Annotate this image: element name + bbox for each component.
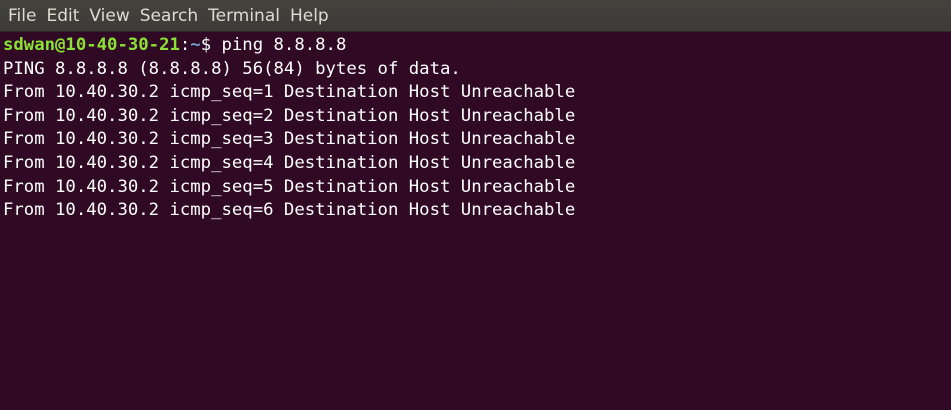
terminal-window: File Edit View Search Terminal Help sdwa… <box>0 0 951 410</box>
menu-file[interactable]: File <box>3 0 41 32</box>
output-line: From 10.40.30.2 icmp_seq=2 Destination H… <box>3 105 576 126</box>
output-line: From 10.40.30.2 icmp_seq=5 Destination H… <box>3 176 576 197</box>
output-line: From 10.40.30.2 icmp_seq=3 Destination H… <box>3 129 576 150</box>
prompt-path: ~ <box>190 35 201 55</box>
prompt-command: ping 8.8.8.8 <box>221 35 347 55</box>
output-line: From 10.40.30.2 icmp_seq=6 Destination H… <box>3 200 576 221</box>
output-line: From 10.40.30.2 icmp_seq=1 Destination H… <box>3 82 576 103</box>
menu-view[interactable]: View <box>84 0 134 32</box>
menu-terminal[interactable]: Terminal <box>203 0 285 32</box>
terminal-output-area[interactable]: sdwan@10-40-30-21:~$ ping 8.8.8.8 PING 8… <box>0 32 951 410</box>
output-line: PING 8.8.8.8 (8.8.8.8) 56(84) bytes of d… <box>3 58 461 79</box>
prompt-user-host: sdwan@10-40-30-21 <box>3 35 180 55</box>
prompt-symbol: $ <box>200 35 222 55</box>
menubar: File Edit View Search Terminal Help <box>0 0 951 32</box>
menu-help[interactable]: Help <box>285 0 334 32</box>
output-line: From 10.40.30.2 icmp_seq=4 Destination H… <box>3 152 576 173</box>
menu-search[interactable]: Search <box>135 0 203 32</box>
menu-edit[interactable]: Edit <box>41 0 84 32</box>
prompt-line: sdwan@10-40-30-21:~$ ping 8.8.8.8 <box>3 34 951 58</box>
prompt-separator: : <box>179 35 191 55</box>
